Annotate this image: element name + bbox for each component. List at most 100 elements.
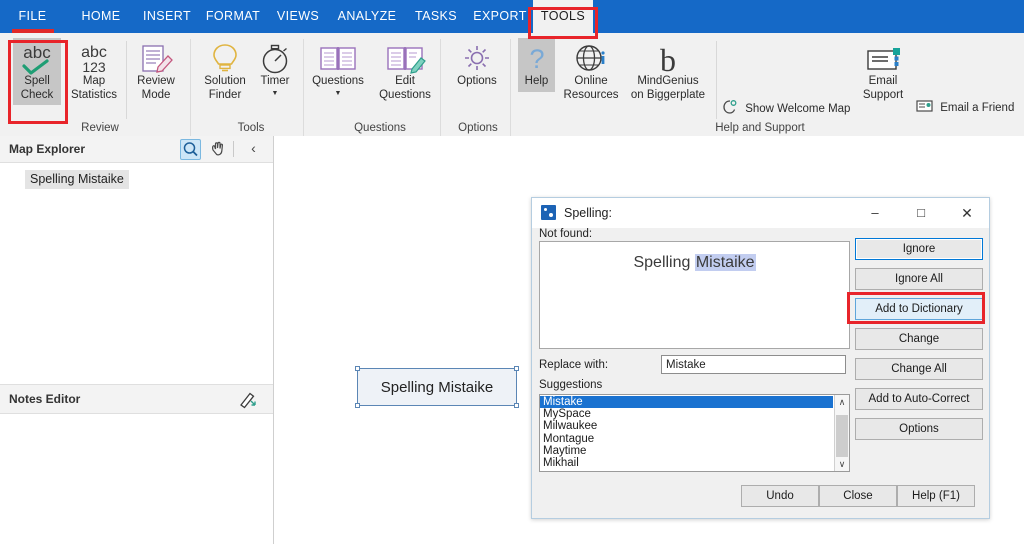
tab-format[interactable]: FORMAT (199, 0, 267, 33)
ribbon-button-edit-questions-label: Edit Questions (379, 75, 431, 101)
email-friend-icon (916, 99, 933, 118)
stopwatch-svg (262, 44, 288, 74)
chevron-down-icon-questions[interactable]: ▼ (307, 90, 369, 97)
notes-editor-title: Notes Editor (9, 392, 81, 406)
map-node-label: Spelling Mistaike (380, 378, 494, 396)
undo-button-label: Undo (766, 490, 794, 502)
minimize-button[interactable]: – (852, 198, 898, 228)
hand-svg (212, 141, 224, 156)
globe-svg (576, 45, 605, 71)
dialog-body: Not found: Spelling Mistaike Replace wit… (532, 228, 989, 518)
node-handle-tr[interactable] (514, 366, 519, 371)
ribbon-button-show-welcome-map[interactable]: Show Welcome Map (722, 99, 854, 120)
ribbon-button-questions-label: Questions (312, 75, 364, 87)
ribbon-button-help[interactable]: ? Help (518, 38, 555, 92)
status-bar (0, 544, 1024, 556)
suggestions-scrollbar[interactable]: ∧ ∨ (834, 395, 849, 471)
ribbon-button-email-a-friend[interactable]: Email a Friend (916, 99, 1020, 118)
tab-home-label: HOME (81, 9, 121, 23)
ribbon-tab-bar: FILE HOME INSERT FORMAT VIEWS ANALYZE TA… (0, 0, 1024, 33)
not-found-label: Not found: (539, 228, 593, 240)
chevron-down-icon[interactable]: ▼ (255, 90, 295, 97)
list-item[interactable]: MySpace (540, 408, 833, 420)
spelling-dialog: Spelling: – □ ✕ Not found: Spelling Mist… (531, 197, 990, 519)
node-handle-tl[interactable] (355, 366, 360, 371)
change-button[interactable]: Change (855, 328, 983, 350)
ribbon-group-divider-options (510, 39, 511, 147)
abc-123-svg: abc 123 (81, 44, 107, 75)
tab-views[interactable]: VIEWS (267, 0, 329, 33)
tab-export-label: EXPORT (473, 9, 527, 23)
svg-text:123: 123 (82, 59, 106, 75)
ribbon-group-label-review: Review (81, 122, 119, 134)
ribbon-button-edit-questions[interactable]: Edit Questions (374, 38, 436, 105)
maximize-button[interactable]: □ (898, 198, 944, 228)
ribbon-button-timer[interactable]: Timer ▼ (255, 38, 295, 100)
tab-home[interactable]: HOME (67, 0, 135, 33)
help-f1-button[interactable]: Help (F1) (897, 485, 975, 507)
options-button[interactable]: Options (855, 418, 983, 440)
change-all-button[interactable]: Change All (855, 358, 983, 380)
hand-icon[interactable] (208, 139, 229, 160)
scroll-down-icon[interactable]: ∨ (835, 457, 849, 471)
tab-views-label: VIEWS (276, 9, 320, 23)
ribbon-button-email-support[interactable]: Email Support (856, 38, 910, 105)
envelope-svg (867, 48, 900, 70)
open-book-pencil-icon (374, 42, 436, 75)
undo-button[interactable]: Undo (741, 485, 819, 507)
close-dialog-button[interactable]: Close (819, 485, 897, 507)
suggestions-listbox[interactable]: Mistake MySpace Milwaukee Montague Mayti… (539, 394, 850, 472)
ignore-button[interactable]: Ignore (855, 238, 983, 260)
suggestions-list: Mistake MySpace Milwaukee Montague Mayti… (540, 396, 833, 469)
globe-icon (560, 42, 622, 75)
tab-tools[interactable]: TOOLS (533, 0, 593, 33)
search-icon[interactable] (180, 139, 201, 160)
list-item[interactable]: Montague (540, 433, 833, 445)
list-item[interactable]: Milwaukee (540, 420, 833, 432)
not-found-textbox[interactable]: Spelling Mistaike (539, 241, 850, 349)
ribbon-button-online-resources[interactable]: Online Resources (560, 38, 622, 105)
ribbon-button-mindgenius-biggerplate[interactable]: b MindGenius on Biggerplate (622, 38, 714, 105)
not-found-text: Spelling Mistaike (540, 254, 849, 272)
scrollbar-thumb[interactable] (836, 415, 848, 457)
ribbon-button-questions[interactable]: Questions ▼ (307, 38, 369, 100)
ribbon-button-options[interactable]: Options (448, 38, 506, 92)
ribbon-button-map-statistics[interactable]: abc 123 Map Statistics (66, 38, 122, 105)
dialog-title-bar[interactable]: Spelling: – □ ✕ (532, 198, 989, 228)
replace-with-input[interactable] (661, 355, 846, 374)
list-item[interactable]: Mikhail (540, 457, 833, 469)
chevron-left-icon[interactable]: ‹ (243, 139, 264, 160)
tab-insert[interactable]: INSERT (135, 0, 199, 33)
add-to-auto-correct-button[interactable]: Add to Auto-Correct (855, 388, 983, 410)
not-found-misspelled-word: Mistaike (694, 254, 756, 271)
tab-analyze[interactable]: ANALYZE (329, 0, 405, 33)
add-to-dictionary-button-label: Add to Dictionary (875, 303, 963, 315)
ribbon-button-email-support-label: Email Support (862, 75, 904, 101)
chevron-left-glyph: ‹ (251, 140, 256, 156)
ignore-all-button[interactable]: Ignore All (855, 268, 983, 290)
map-node-spelling-mistaike[interactable]: Spelling Mistaike (355, 366, 519, 408)
tab-tasks[interactable]: TASKS (405, 0, 467, 33)
tab-export[interactable]: EXPORT (467, 0, 533, 33)
ribbon-button-solution-finder[interactable]: Solution Finder (196, 38, 254, 105)
options-button-label: Options (899, 423, 939, 435)
ribbon-button-review-mode[interactable]: Review Mode (130, 38, 182, 105)
close-icon: ✕ (961, 205, 973, 221)
ribbon-group-divider-questions (440, 39, 441, 147)
node-handle-bl[interactable] (355, 403, 360, 408)
question-mark-icon: ? (518, 42, 555, 75)
not-found-prefix: Spelling (633, 254, 695, 271)
map-explorer-tree-item[interactable]: Spelling Mistaike (25, 170, 129, 189)
node-handle-br[interactable] (514, 403, 519, 408)
ribbon-button-spell-check[interactable]: abc Spell Check (13, 38, 61, 105)
list-item[interactable]: Mistake (540, 396, 833, 409)
pencil-svg (240, 392, 256, 409)
ribbon-group-divider-review (190, 39, 191, 147)
open-book-svg (320, 47, 356, 70)
pencil-icon[interactable] (238, 389, 259, 410)
close-button[interactable]: ✕ (944, 198, 990, 228)
svg-text:?: ? (529, 44, 544, 74)
list-item[interactable]: Maytime (540, 445, 833, 457)
scroll-up-icon[interactable]: ∧ (835, 395, 849, 409)
add-to-dictionary-button[interactable]: Add to Dictionary (855, 298, 983, 320)
